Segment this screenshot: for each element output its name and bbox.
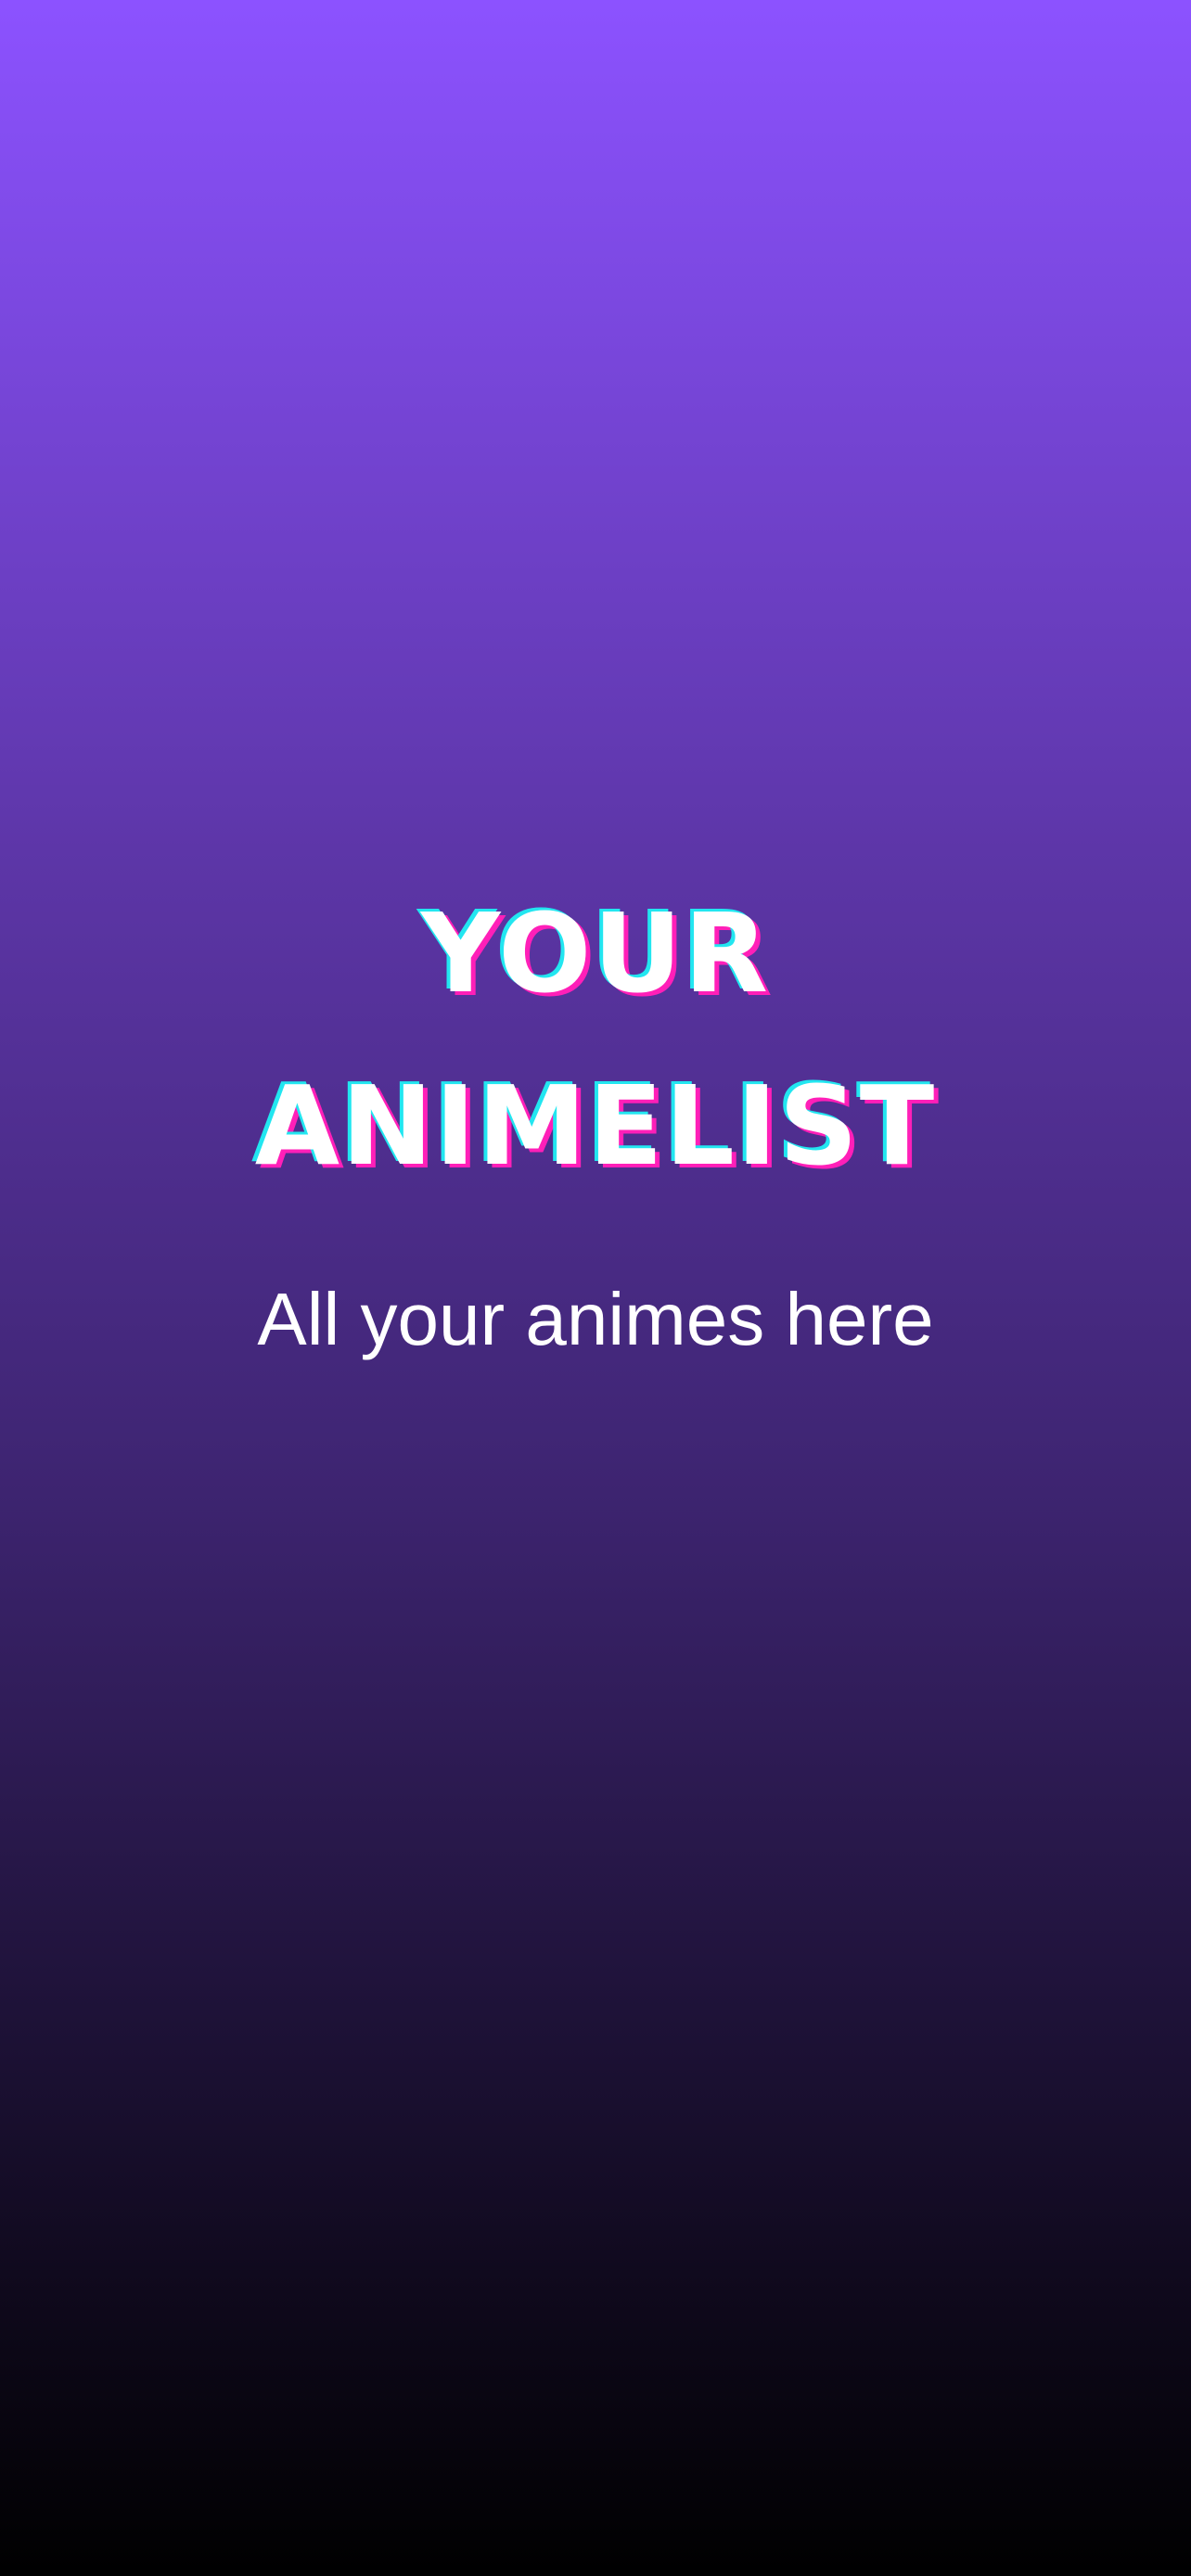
hero-block: YOUR ANIMELIST All your animes here [0, 867, 1191, 1364]
app-title-line-2: ANIMELIST [254, 1062, 937, 1190]
splash-screen: YOUR ANIMELIST All your animes here [0, 0, 1191, 2576]
app-title-line-1: YOUR [420, 889, 771, 1017]
app-tagline: All your animes here [257, 1278, 934, 1360]
